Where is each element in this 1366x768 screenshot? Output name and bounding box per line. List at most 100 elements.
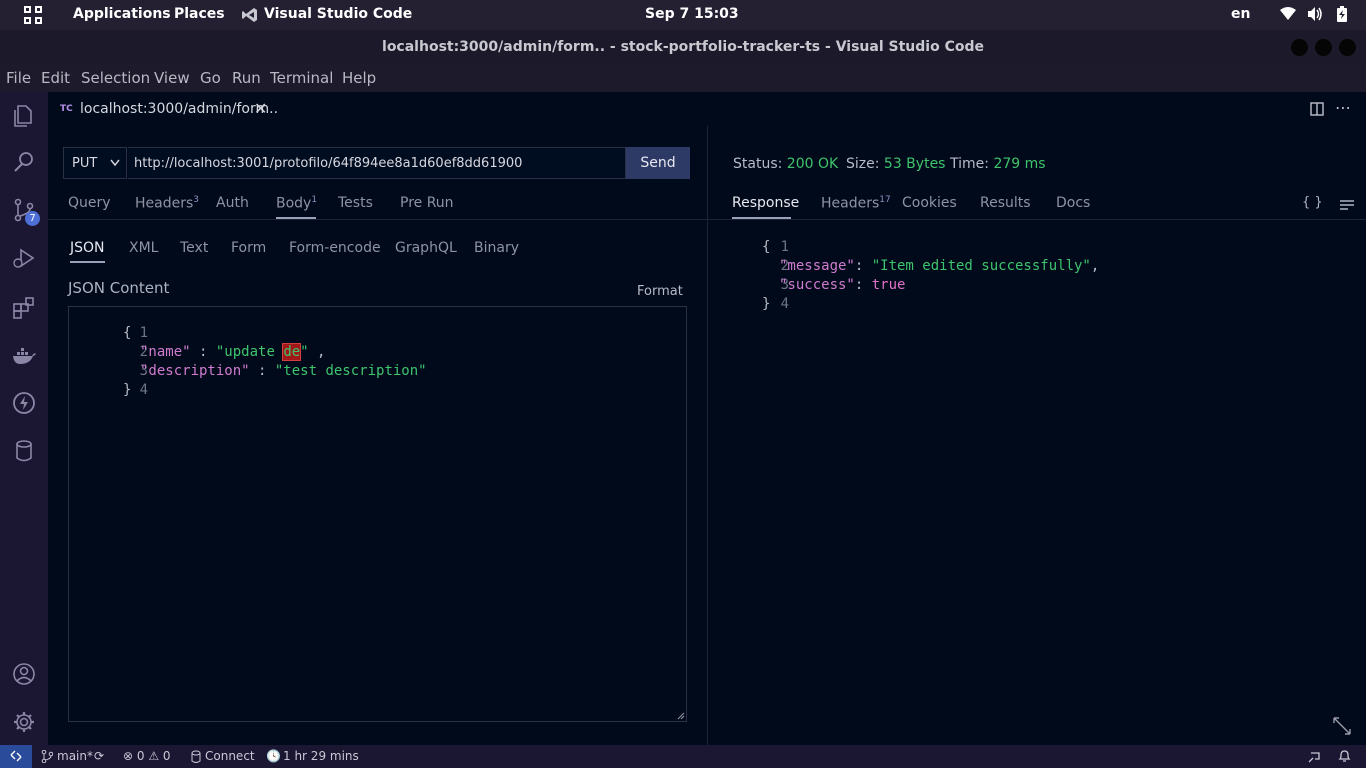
tab-query[interactable]: Query bbox=[68, 195, 111, 211]
applications-menu[interactable]: Applications bbox=[73, 6, 171, 22]
tab-tests[interactable]: Tests bbox=[338, 195, 373, 211]
highlighted-text: de bbox=[282, 343, 302, 361]
body-type-xml[interactable]: XML bbox=[129, 240, 158, 256]
run-debug-icon[interactable] bbox=[12, 246, 36, 270]
wrap-lines-icon[interactable] bbox=[1340, 200, 1354, 212]
battery-icon[interactable] bbox=[1334, 6, 1350, 22]
close-tab-icon[interactable]: ✕ bbox=[254, 99, 267, 118]
connect-button[interactable]: Connect bbox=[205, 749, 255, 763]
size-value: 53 Bytes bbox=[883, 156, 946, 172]
response-panel: Status: 200 OK Size: 53 Bytes Time: 279 … bbox=[708, 126, 1366, 745]
body-type-binary[interactable]: Binary bbox=[474, 240, 519, 256]
menu-terminal[interactable]: Terminal bbox=[270, 69, 333, 87]
branch-icon bbox=[41, 750, 53, 763]
source-control-badge: 7 bbox=[25, 211, 40, 226]
split-editor-icon[interactable] bbox=[1310, 102, 1324, 116]
time-indicator: Time: 279 ms bbox=[950, 156, 1046, 172]
tab-body[interactable]: Body1 bbox=[276, 195, 317, 212]
tab-response-headers-label: Headers bbox=[821, 195, 880, 212]
tab-response-headers[interactable]: Headers17 bbox=[821, 195, 891, 212]
chevron-down-icon bbox=[110, 159, 120, 167]
feedback-icon[interactable] bbox=[1308, 750, 1322, 763]
url-input[interactable]: http://localhost:3001/protofilo/64f894ee… bbox=[128, 147, 626, 179]
active-app-name[interactable]: Visual Studio Code bbox=[264, 6, 412, 22]
settings-gear-icon[interactable] bbox=[12, 710, 36, 734]
json-value-end: " bbox=[300, 344, 309, 360]
json-body-editor[interactable]: 1{ 2 "name" : "update de" , 3 "description… bbox=[68, 306, 687, 722]
request-panel: PUT http://localhost:3001/protofilo/64f8… bbox=[48, 126, 707, 745]
close-window-button[interactable] bbox=[1339, 39, 1356, 56]
body-type-form[interactable]: Form bbox=[231, 240, 266, 256]
app-grid-icon[interactable] bbox=[24, 6, 42, 24]
menu-bar: File Edit Selection View Go Run Terminal… bbox=[0, 64, 1366, 92]
menu-go[interactable]: Go bbox=[200, 69, 221, 87]
problems-indicator[interactable]: ⊗ 0 ⚠ 0 bbox=[123, 749, 171, 763]
notifications-bell-icon[interactable] bbox=[1338, 749, 1351, 763]
places-menu[interactable]: Places bbox=[174, 6, 225, 22]
remote-indicator[interactable] bbox=[0, 745, 32, 768]
wifi-icon[interactable] bbox=[1280, 6, 1296, 22]
json-key: "description" bbox=[140, 363, 250, 379]
more-actions-icon[interactable]: ⋯ bbox=[1335, 98, 1351, 117]
body-type-text[interactable]: Text bbox=[180, 240, 208, 256]
git-branch[interactable]: main* bbox=[57, 749, 93, 763]
menu-edit[interactable]: Edit bbox=[41, 69, 70, 87]
maximize-button[interactable] bbox=[1315, 39, 1332, 56]
menu-file[interactable]: File bbox=[6, 69, 31, 87]
colon: : bbox=[190, 344, 216, 360]
vscode-icon bbox=[242, 8, 257, 22]
send-button[interactable]: Send bbox=[626, 147, 690, 179]
clock[interactable]: Sep 7 15:03 bbox=[645, 6, 739, 22]
json-key: "message" bbox=[779, 258, 855, 274]
body-type-graphql[interactable]: GraphQL bbox=[395, 240, 457, 256]
database-connect-icon bbox=[191, 750, 201, 763]
method-select[interactable]: PUT bbox=[63, 147, 127, 179]
editor-tab-thunder-request[interactable]: TC localhost:3000/admin/form.. ✕ bbox=[48, 92, 278, 127]
format-button[interactable]: Format bbox=[637, 284, 683, 299]
accounts-icon[interactable] bbox=[12, 662, 36, 686]
size-indicator: Size: 53 Bytes bbox=[846, 156, 945, 172]
system-top-bar: Applications Places Visual Studio Code S… bbox=[0, 0, 1366, 30]
session-time[interactable]: 1 hr 29 mins bbox=[283, 749, 359, 763]
json-content-label: JSON Content bbox=[68, 279, 170, 297]
braces-format-button[interactable]: { } bbox=[1302, 195, 1323, 210]
tab-cookies[interactable]: Cookies bbox=[902, 195, 957, 211]
extensions-icon[interactable] bbox=[12, 296, 36, 320]
window-title-bar: localhost:3000/admin/form.. - stock-port… bbox=[0, 30, 1366, 64]
remote-icon bbox=[10, 750, 22, 762]
minimize-button[interactable] bbox=[1291, 39, 1308, 56]
tab-prerun[interactable]: Pre Run bbox=[400, 195, 454, 211]
method-value: PUT bbox=[72, 156, 98, 171]
body-type-json[interactable]: JSON bbox=[70, 240, 105, 256]
database-icon[interactable] bbox=[12, 439, 36, 463]
sync-icon[interactable]: ⟳ bbox=[94, 749, 104, 763]
menu-run[interactable]: Run bbox=[232, 69, 261, 87]
brace: } bbox=[762, 296, 771, 312]
resize-handle-icon[interactable] bbox=[677, 712, 685, 720]
body-type-form-encode[interactable]: Form-encode bbox=[289, 240, 381, 256]
tab-docs[interactable]: Docs bbox=[1056, 195, 1090, 211]
tab-label: localhost:3000/admin/form.. bbox=[80, 101, 279, 117]
status-bar: main* ⟳ ⊗ 0 ⚠ 0 Connect 🕓 1 hr 29 mins bbox=[0, 745, 1366, 768]
editor-tab-bar: TC localhost:3000/admin/form.. ✕ ⋯ bbox=[48, 92, 1366, 127]
tab-headers[interactable]: Headers3 bbox=[135, 195, 199, 212]
tab-response[interactable]: Response bbox=[732, 195, 799, 211]
thunder-client-tab-icon: TC bbox=[60, 104, 73, 114]
url-value: http://localhost:3001/protofilo/64f894ee… bbox=[134, 156, 523, 171]
volume-icon[interactable] bbox=[1307, 6, 1323, 22]
time-value: 279 ms bbox=[993, 156, 1046, 172]
tab-auth[interactable]: Auth bbox=[216, 195, 249, 211]
language-indicator[interactable]: en bbox=[1231, 6, 1250, 22]
tab-results[interactable]: Results bbox=[980, 195, 1031, 211]
colon: : bbox=[249, 363, 275, 379]
expand-icon[interactable] bbox=[1333, 717, 1351, 735]
history-icon: 🕓 bbox=[266, 749, 281, 763]
thunder-client-icon[interactable] bbox=[12, 391, 36, 415]
menu-selection[interactable]: Selection bbox=[81, 69, 150, 87]
docker-icon[interactable] bbox=[12, 344, 36, 368]
explorer-icon[interactable] bbox=[12, 104, 36, 128]
search-icon[interactable] bbox=[12, 150, 36, 174]
menu-help[interactable]: Help bbox=[342, 69, 376, 87]
menu-view[interactable]: View bbox=[154, 69, 190, 87]
response-headers-count: 17 bbox=[879, 195, 891, 205]
